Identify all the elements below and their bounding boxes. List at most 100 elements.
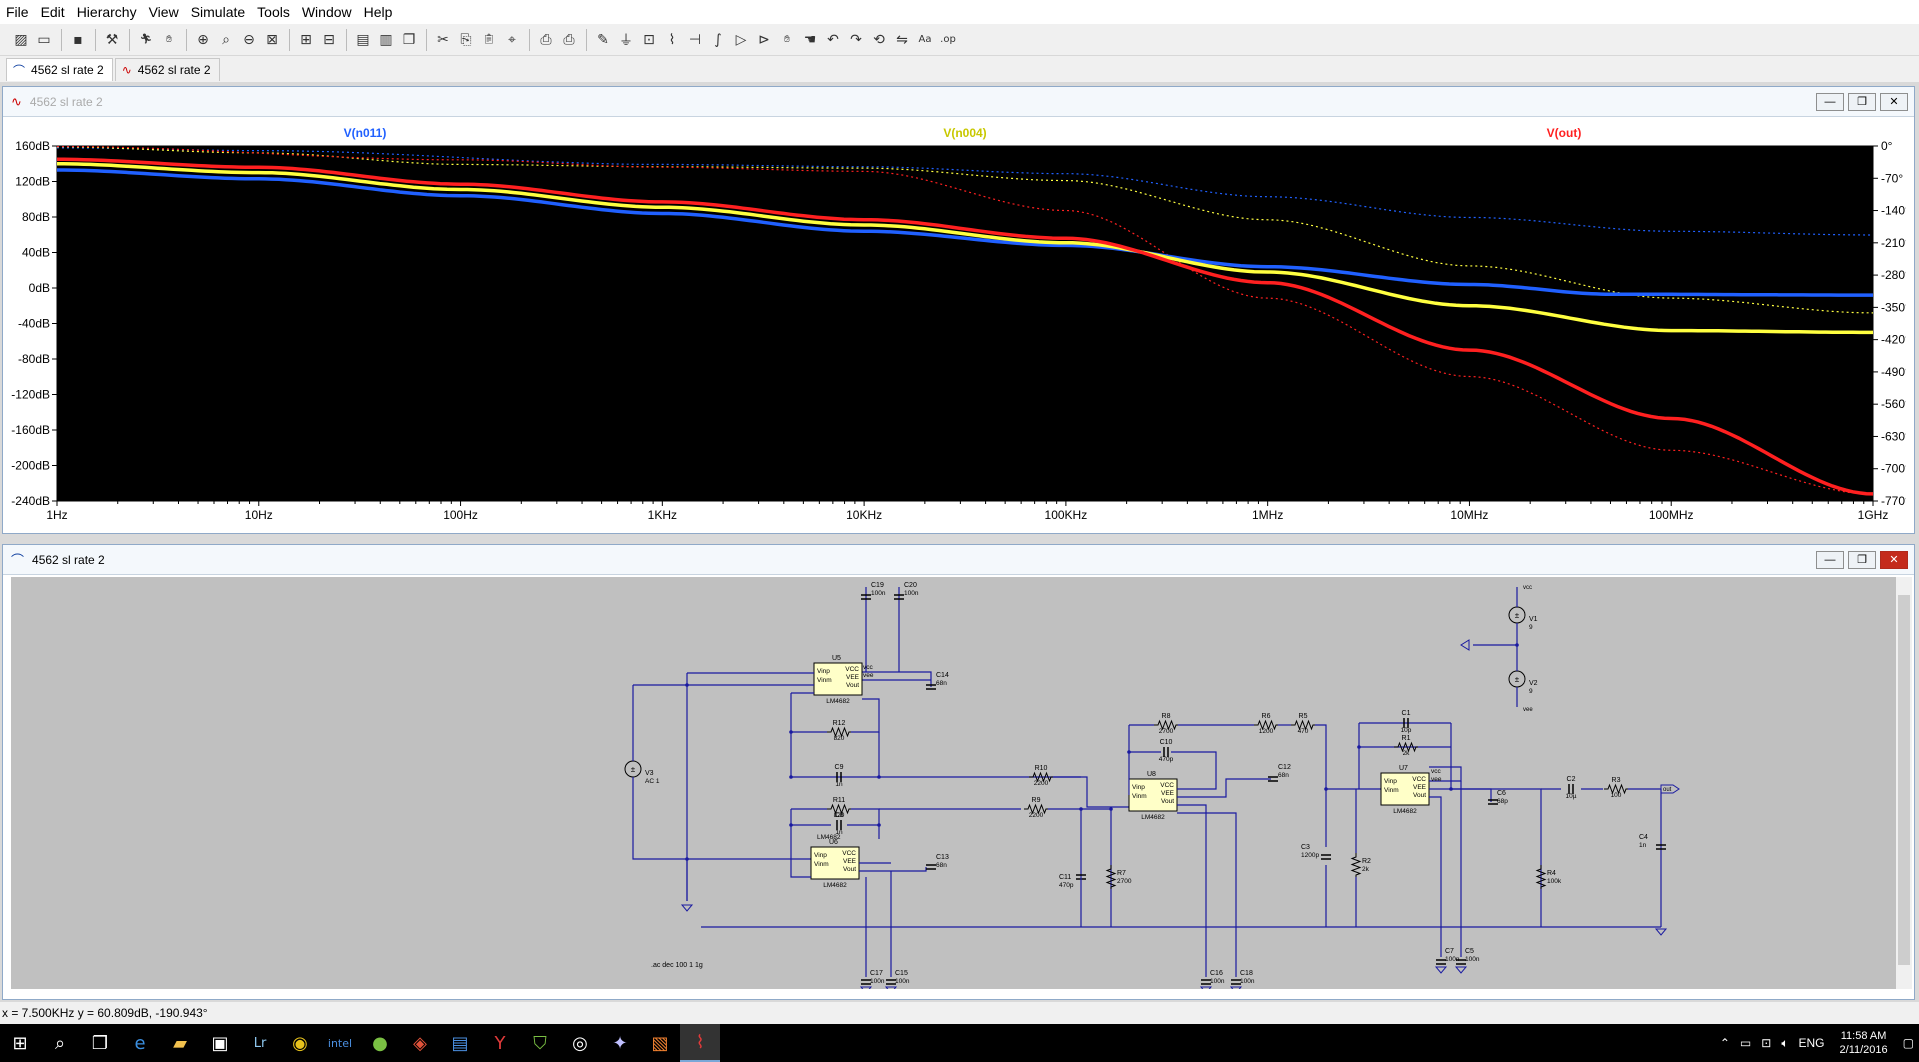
- zoom-in-icon[interactable]: ⊕: [192, 29, 214, 51]
- redo-icon[interactable]: ↷: [845, 29, 867, 51]
- move-icon[interactable]: ✋︎: [776, 29, 798, 51]
- print-preview-icon[interactable]: ⎙: [535, 29, 557, 51]
- task-view-icon[interactable]: ❐: [80, 1024, 120, 1062]
- capacitor-value: 1n: [835, 829, 843, 836]
- junction: [789, 823, 793, 827]
- utorrent-icon[interactable]: ●: [360, 1024, 400, 1062]
- taskbar: ⊞ ⌕ ❐ e ▰ ▣ Lr ◉ intel ● ◈ ▤ Y ⛉ ◎ ✦ ▧ ⌇…: [0, 1024, 1919, 1062]
- find-icon[interactable]: ⌖: [501, 29, 523, 51]
- component-label: vcc: [1431, 768, 1442, 775]
- cut-icon[interactable]: ✂: [432, 29, 454, 51]
- menu-window[interactable]: Window: [296, 4, 358, 20]
- battery-icon[interactable]: ▭: [1740, 1036, 1751, 1050]
- resistor-icon[interactable]: ⌇: [661, 29, 683, 51]
- shield-icon[interactable]: ⛉: [520, 1024, 560, 1062]
- store-icon[interactable]: ▣: [200, 1024, 240, 1062]
- new-schematic-icon[interactable]: ▨: [10, 29, 32, 51]
- schematic-svg[interactable]: C19100nC20100nC1468nVinpVinmVCCVEEVoutLM…: [11, 577, 1896, 994]
- pin-label: VCC: [842, 850, 856, 857]
- network-icon[interactable]: ⊡: [1761, 1036, 1771, 1050]
- wire: [1171, 751, 1217, 790]
- ground-icon[interactable]: ⏚: [615, 29, 637, 51]
- grid-icon[interactable]: ⊟: [318, 29, 340, 51]
- tile-horizontal-icon[interactable]: ▤: [352, 29, 374, 51]
- app-icon[interactable]: ▧: [640, 1024, 680, 1062]
- media-icon[interactable]: ◎: [560, 1024, 600, 1062]
- close-button[interactable]: ✕: [1880, 550, 1908, 569]
- resistor-name: R12: [833, 720, 846, 727]
- halt-icon[interactable]: ✋︎: [158, 29, 180, 51]
- zoom-pan-icon[interactable]: ⌕: [215, 29, 237, 51]
- minimize-button[interactable]: —: [1816, 550, 1844, 569]
- wire: [1315, 724, 1327, 847]
- notification-icon[interactable]: ▢: [1903, 1036, 1914, 1050]
- menu-file[interactable]: File: [0, 4, 35, 20]
- menu-edit[interactable]: Edit: [35, 4, 71, 20]
- tile-vertical-icon[interactable]: ▥: [375, 29, 397, 51]
- tab-waveform[interactable]: ∿ 4562 sl rate 2: [114, 58, 220, 81]
- menu-tools[interactable]: Tools: [251, 4, 296, 20]
- label-net-icon[interactable]: ⊡: [638, 29, 660, 51]
- app-icon[interactable]: ✦: [600, 1024, 640, 1062]
- app-icon[interactable]: ▤: [440, 1024, 480, 1062]
- start-icon[interactable]: ⊞: [0, 1024, 40, 1062]
- search-icon[interactable]: ⌕: [40, 1024, 80, 1062]
- diode-icon[interactable]: ▷: [730, 29, 752, 51]
- cascade-icon[interactable]: ❐: [398, 29, 420, 51]
- chrome-icon[interactable]: ◉: [280, 1024, 320, 1062]
- wire-icon[interactable]: ✎: [592, 29, 614, 51]
- schematic-window-titlebar[interactable]: ⌒ 4562 sl rate 2 — ❐ ✕: [3, 545, 1914, 575]
- spice-directive-icon[interactable]: .op: [937, 29, 959, 51]
- app-icon[interactable]: ◈: [400, 1024, 440, 1062]
- drag-icon[interactable]: ☚: [799, 29, 821, 51]
- tab-schematic[interactable]: ⌒ 4562 sl rate 2: [6, 58, 113, 81]
- ltspice-icon[interactable]: ⌇: [680, 1024, 720, 1062]
- intel-icon[interactable]: intel: [320, 1024, 360, 1062]
- open-icon[interactable]: ▭: [33, 29, 55, 51]
- volume-icon[interactable]: 🔈︎: [1781, 1036, 1788, 1051]
- resistor-value: 2700: [1117, 878, 1132, 885]
- schematic-canvas[interactable]: C19 100n C20 100n C14 68n Vinp Vinm VCC VEE Vout LM…: [11, 577, 1896, 994]
- scrollbar-thumb[interactable]: [1898, 595, 1910, 965]
- close-button[interactable]: ✕: [1880, 92, 1908, 111]
- waveform-window-titlebar[interactable]: ∿ 4562 sl rate 2 — ❐ ✕: [3, 87, 1914, 117]
- menu-hierarchy[interactable]: Hierarchy: [71, 4, 143, 20]
- language-indicator[interactable]: ENG: [1799, 1036, 1825, 1050]
- x-tick-label: 1MHz: [1252, 508, 1283, 522]
- maximize-button[interactable]: ❐: [1848, 550, 1876, 569]
- y2-tick-label: -490°: [1881, 365, 1906, 379]
- paste-icon[interactable]: 📋︎: [478, 29, 500, 51]
- print-icon[interactable]: ⎙: [558, 29, 580, 51]
- chevron-up-icon[interactable]: ⌃: [1720, 1036, 1730, 1050]
- copy-icon[interactable]: ⎘: [455, 29, 477, 51]
- component-icon[interactable]: ⊳: [753, 29, 775, 51]
- minimize-button[interactable]: —: [1816, 92, 1844, 111]
- maximize-button[interactable]: ❐: [1848, 92, 1876, 111]
- autoscale-icon[interactable]: ⊞: [295, 29, 317, 51]
- run-icon[interactable]: 🏃︎: [135, 29, 157, 51]
- zoom-out-icon[interactable]: ⊖: [238, 29, 260, 51]
- junction: [685, 857, 689, 861]
- menu-simulate[interactable]: Simulate: [185, 4, 251, 20]
- lightroom-icon[interactable]: Lr: [240, 1024, 280, 1062]
- bode-plot-svg[interactable]: V(n011) V(n004) V(out) 160dB 120dB 80dB 40dB 0d…: [11, 119, 1910, 531]
- text-icon[interactable]: Aa: [914, 29, 936, 51]
- rotate-icon[interactable]: ⟲: [868, 29, 890, 51]
- edge-icon[interactable]: e: [120, 1024, 160, 1062]
- undo-icon[interactable]: ↶: [822, 29, 844, 51]
- y-tick-label: 80dB: [22, 210, 50, 224]
- svg-text:±: ±: [1515, 675, 1520, 684]
- file-explorer-icon[interactable]: ▰: [160, 1024, 200, 1062]
- vertical-scrollbar[interactable]: [1896, 577, 1912, 989]
- capacitor-icon[interactable]: ⊣: [684, 29, 706, 51]
- yandex-icon[interactable]: Y: [480, 1024, 520, 1062]
- zoom-fit-icon[interactable]: ⊠: [261, 29, 283, 51]
- mirror-icon[interactable]: ⇋: [891, 29, 913, 51]
- menu-help[interactable]: Help: [358, 4, 399, 20]
- save-icon[interactable]: ▪: [67, 29, 89, 51]
- inductor-icon[interactable]: ∫: [707, 29, 729, 51]
- menu-view[interactable]: View: [143, 4, 185, 20]
- waveform-plot[interactable]: V(n011) V(n004) V(out) 160dB 120dB 80dB 40dB 0d…: [11, 119, 1910, 531]
- control-panel-icon[interactable]: ⚒: [101, 29, 123, 51]
- clock[interactable]: 11:58 AM 2/11/2016: [1840, 1029, 1888, 1057]
